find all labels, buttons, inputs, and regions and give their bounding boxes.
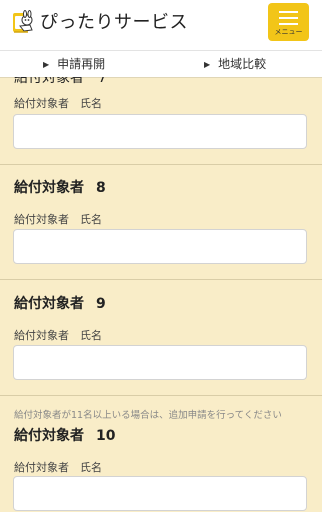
app-title: ぴったりサービス xyxy=(40,12,188,33)
name-input-7[interactable] xyxy=(13,114,307,149)
name-input-9[interactable] xyxy=(13,345,307,380)
app-header: ぴったりサービス メニュー xyxy=(0,0,322,50)
section-number: 10 xyxy=(96,428,116,444)
menu-button[interactable]: メニュー xyxy=(268,3,309,41)
region-compare-label: 地域比較 xyxy=(218,57,267,71)
section-divider xyxy=(0,164,322,165)
section-title-10: 給付対象者 10 xyxy=(14,427,115,445)
name-input-8[interactable] xyxy=(13,229,307,264)
section-title-label: 給付対象者 xyxy=(14,180,84,196)
section-title-label: 給付対象者 xyxy=(14,428,84,444)
resume-application-label: 申請再開 xyxy=(57,57,106,71)
section-number: 9 xyxy=(96,296,106,312)
section-title-8: 給付対象者 8 xyxy=(14,179,106,197)
name-field-label: 給付対象者 氏名 xyxy=(14,329,102,342)
triangle-right-icon: ▶ xyxy=(204,60,211,69)
name-field-label: 給付対象者 氏名 xyxy=(14,213,102,226)
name-field-label: 給付対象者 氏名 xyxy=(14,97,102,110)
region-compare-link[interactable]: ▶ 地域比較 xyxy=(204,51,266,77)
name-input-10[interactable] xyxy=(13,476,307,511)
triangle-right-icon: ▶ xyxy=(43,60,50,69)
resume-application-link[interactable]: ▶ 申請再開 xyxy=(43,51,105,77)
name-field-label: 給付対象者 氏名 xyxy=(14,461,102,474)
section-divider xyxy=(0,395,322,396)
sub-navigation: ▶ 申請再開 ▶ 地域比較 xyxy=(0,50,322,78)
max-recipients-note: 給付対象者が11名以上いる場合は、追加申請を行ってください xyxy=(14,410,282,421)
section-title-9: 給付対象者 9 xyxy=(14,295,106,313)
section-title-label: 給付対象者 xyxy=(14,296,84,312)
hamburger-icon xyxy=(279,11,298,25)
section-title-partial: 給付対象者 7 xyxy=(14,77,107,86)
section-divider xyxy=(0,279,322,280)
section-number: 8 xyxy=(96,180,106,196)
menu-label: メニュー xyxy=(274,28,303,36)
mascot-logo-icon xyxy=(13,10,33,33)
form-content: 給付対象者 7 給付対象者 氏名 給付対象者 8 給付対象者 氏名 給付対象者 9 … xyxy=(0,77,322,512)
